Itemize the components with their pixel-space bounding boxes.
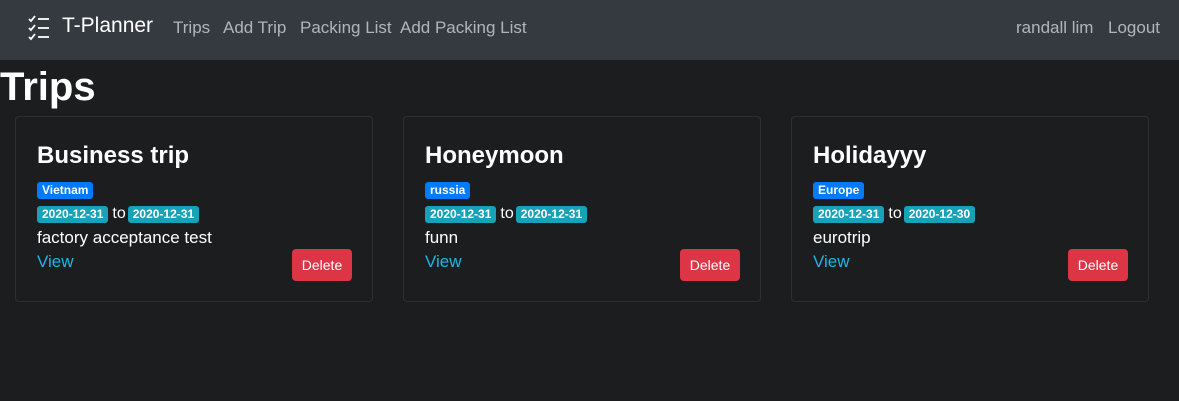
view-link[interactable]: View [813, 251, 850, 273]
end-date-badge: 2020-12-31 [127, 206, 200, 223]
trip-card: Honeymoon russia 2020-12-31 to 2020-12-31 … [403, 116, 761, 302]
end-date-badge: 2020-12-31 [515, 206, 588, 223]
date-range: 2020-12-31 to 2020-12-31 [425, 205, 588, 223]
nav-logout-link[interactable]: Logout [1108, 17, 1160, 39]
page-title: Trips [0, 65, 96, 109]
view-link[interactable]: View [425, 251, 462, 273]
trip-title: Business trip [37, 142, 190, 169]
trip-card: Business trip Vietnam 2020-12-31 to 2020-1… [15, 116, 373, 302]
nav-link-packing-list[interactable]: Packing List [300, 17, 392, 39]
trip-description: funn [425, 228, 459, 247]
country-row: russia [425, 181, 471, 199]
view-link[interactable]: View [37, 251, 74, 273]
delete-button[interactable]: Delete [680, 249, 740, 281]
trip-description: factory acceptance test [37, 228, 212, 247]
start-date-badge: 2020-12-31 [425, 206, 497, 223]
country-badge: russia [425, 182, 471, 199]
date-range: 2020-12-31 to 2020-12-30 [813, 205, 976, 223]
country-badge: Europe [813, 182, 865, 199]
country-row: Vietnam [37, 181, 94, 199]
nav-link-add-trip[interactable]: Add Trip [223, 17, 286, 39]
trip-title: Holidayyy [813, 142, 927, 169]
end-date-badge: 2020-12-30 [903, 206, 976, 223]
start-date-badge: 2020-12-31 [37, 206, 109, 223]
brand-name[interactable]: T-Planner [62, 13, 153, 39]
top-navbar: T-Planner Trips Add Trip Packing List Ad… [0, 0, 1179, 60]
trip-card: Holidayyy Europe 2020-12-31 to 2020-12-30 … [791, 116, 1149, 302]
checklist-icon[interactable] [28, 15, 50, 41]
trip-description: eurotrip [813, 228, 871, 247]
delete-button[interactable]: Delete [292, 249, 352, 281]
nav-user-name[interactable]: randall lim [1016, 17, 1093, 39]
delete-button[interactable]: Delete [1068, 249, 1128, 281]
date-separator: to [112, 205, 126, 222]
trip-title: Honeymoon [425, 142, 564, 169]
nav-link-add-packing-list[interactable]: Add Packing List [400, 17, 527, 39]
start-date-badge: 2020-12-31 [813, 206, 885, 223]
date-separator: to [888, 205, 902, 222]
country-badge: Vietnam [37, 182, 94, 199]
country-row: Europe [813, 181, 865, 199]
date-separator: to [500, 205, 514, 222]
nav-link-trips[interactable]: Trips [173, 17, 210, 39]
date-range: 2020-12-31 to 2020-12-31 [37, 205, 200, 223]
